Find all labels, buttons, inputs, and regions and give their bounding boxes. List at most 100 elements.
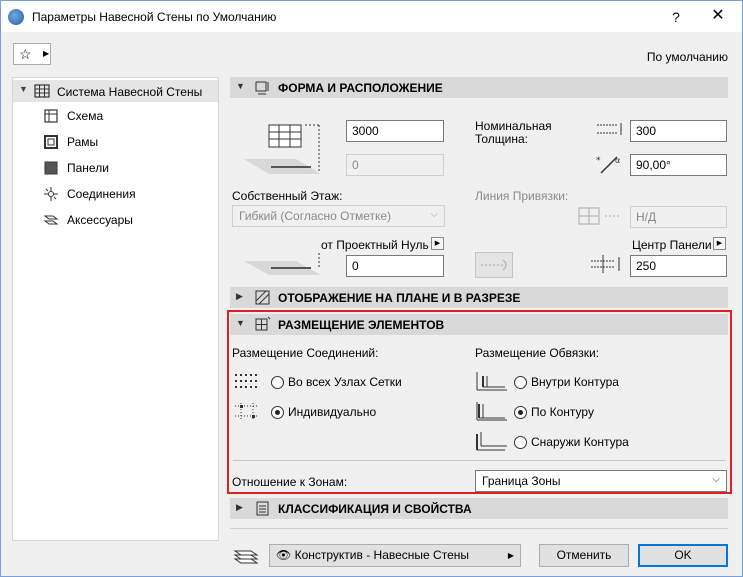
collapse-arrow-icon[interactable]: ▼	[19, 84, 28, 94]
sidebar-item-scheme[interactable]: Схема	[43, 106, 213, 126]
panel-center-menu-button[interactable]: ▶	[713, 237, 726, 250]
reference-line-input[interactable]: Н/Д	[630, 206, 727, 228]
sidebar-item-junctions[interactable]: Соединения	[43, 184, 213, 204]
section-title: ОТОБРАЖЕНИЕ НА ПЛАНЕ И В РАЗРЕЗЕ	[278, 291, 521, 305]
collapse-arrow-icon[interactable]: ▼	[236, 81, 245, 91]
radio-inside-contour[interactable]: Внутри Контура	[514, 374, 674, 392]
junction-placement-label: Размещение Соединений:	[232, 346, 379, 360]
shape-position-icon	[255, 81, 269, 95]
radio-circle[interactable]	[514, 376, 527, 389]
floor-plan-section-icon	[255, 290, 270, 305]
angle-input[interactable]: 90,00°	[630, 154, 727, 176]
collapse-arrow-icon[interactable]: ▼	[236, 318, 245, 328]
radio-label: Во всех Узлах Сетки	[288, 375, 402, 389]
expand-arrow-icon[interactable]: ▶	[236, 502, 243, 513]
radio-circle[interactable]	[271, 406, 284, 419]
window-title: Параметры Навесной Стены по Умолчанию	[32, 10, 277, 24]
radio-circle[interactable]	[271, 376, 284, 389]
svg-text:α: α	[615, 156, 620, 165]
base-offset-input[interactable]: 0	[346, 255, 444, 277]
section-title: РАЗМЕЩЕНИЕ ЭЛЕМЕНТОВ	[278, 318, 445, 332]
scheme-icon	[44, 109, 58, 123]
chevron-down-icon: ⌵	[712, 474, 720, 485]
cancel-button[interactable]: Отменить	[539, 544, 629, 567]
member-placement-icon	[255, 316, 271, 331]
radio-label: По Контуру	[531, 405, 594, 419]
section-header-placement[interactable]: ▼ РАЗМЕЩЕНИЕ ЭЛЕМЕНТОВ	[230, 314, 728, 335]
footer-separator	[230, 528, 728, 529]
panel-center-input[interactable]: 250	[630, 255, 727, 277]
thickness-input[interactable]: 300	[630, 120, 727, 142]
sidebar-item-accessories[interactable]: Аксессуары	[43, 210, 213, 230]
all-grid-points-icon	[235, 374, 257, 388]
section-title: ФОРМА И РАСПОЛОЖЕНИЕ	[278, 81, 443, 95]
favorites-button[interactable]: ☆ ▶	[13, 43, 51, 65]
wall-height-illustration	[244, 124, 321, 174]
project-zero-label: от Проектный Нуль	[321, 238, 429, 252]
nominal-thickness-label-2: Толщина:	[475, 132, 529, 146]
angle-icon: * α	[596, 156, 620, 174]
radio-label: Внутри Контура	[531, 375, 619, 389]
home-story-value: Гибкий (Согласно Отметке)	[239, 209, 392, 223]
sidebar-item-frames[interactable]: Рамы	[43, 132, 213, 152]
classification-icon	[256, 501, 269, 516]
offset-input[interactable]: 0	[346, 154, 444, 176]
chevron-down-icon: ⌵	[430, 209, 438, 220]
project-zero-menu-button[interactable]: ▶	[431, 237, 444, 250]
tree-root-curtain-wall-system[interactable]: ▼ Система Навесной Стены	[13, 80, 218, 102]
chevron-right-icon: ▶	[507, 551, 514, 560]
reference-line-label: Линия Привязки:	[475, 189, 569, 203]
radio-circle[interactable]	[514, 406, 527, 419]
placement-divider	[233, 460, 726, 461]
junctions-icon	[44, 187, 58, 201]
section-header-shape[interactable]: ▼ ФОРМА И РАСПОЛОЖЕНИЕ	[230, 77, 728, 98]
archicad-app-icon	[8, 9, 24, 25]
section-header-classification[interactable]: ▶ КЛАССИФИКАЦИЯ И СВОЙСТВА	[230, 498, 728, 519]
sidebar-item-label: Панели	[67, 161, 109, 175]
dialog-window: Параметры Навесной Стены по Умолчанию ? …	[0, 0, 743, 577]
zones-relation-value: Граница Зоны	[482, 474, 561, 488]
default-label: По умолчанию	[646, 50, 728, 64]
ok-button[interactable]: OK	[638, 544, 728, 567]
radio-circle[interactable]	[514, 436, 527, 449]
individual-junctions-icon	[235, 403, 259, 419]
tree-root-label: Система Навесной Стены	[57, 85, 203, 99]
sidebar-item-label: Аксессуары	[67, 213, 133, 227]
sidebar-item-label: Рамы	[67, 135, 99, 149]
svg-text:*: *	[596, 156, 601, 166]
accessories-icon	[43, 215, 59, 225]
panel-center-label: Центр Панели	[632, 238, 712, 252]
star-icon: ☆	[19, 46, 32, 62]
expand-arrow-icon[interactable]: ▶	[236, 291, 243, 302]
boundary-placement-label: Размещение Обвязки:	[475, 346, 600, 360]
radio-on-contour[interactable]: По Контуру	[514, 404, 674, 422]
nominal-thickness-label-1: Номинальная	[475, 119, 552, 133]
home-story-select[interactable]: Гибкий (Согласно Отметке) ⌵	[232, 205, 445, 227]
radio-label: Индивидуально	[288, 405, 377, 419]
sidebar-item-label: Схема	[67, 109, 104, 123]
help-button[interactable]: ?	[661, 7, 691, 27]
panels-icon	[44, 161, 58, 175]
thickness-icon	[597, 123, 622, 135]
radio-individually[interactable]: Индивидуально	[271, 404, 431, 422]
height-input[interactable]: 3000	[346, 120, 444, 142]
settings-tree: ▼ Система Навесной Стены Схема Рамы Пане…	[12, 77, 219, 541]
reference-line-icon	[578, 207, 621, 225]
layer-select-button[interactable]: 👁 Конструктив - Навесные Стены ▶	[269, 544, 521, 567]
sidebar-item-panels[interactable]: Панели	[43, 158, 213, 178]
radio-outside-contour[interactable]: Снаружи Контура	[514, 434, 674, 452]
section-title: КЛАССИФИКАЦИЯ И СВОЙСТВА	[278, 502, 472, 516]
radio-label: Снаружи Контура	[531, 435, 629, 449]
reference-offset-button-icon[interactable]	[475, 252, 513, 278]
home-story-label: Собственный Этаж:	[232, 189, 343, 203]
radio-all-grid-points[interactable]: Во всех Узлах Сетки	[271, 374, 431, 392]
inside-contour-icon	[476, 372, 507, 391]
section-header-display[interactable]: ▶ ОТОБРАЖЕНИЕ НА ПЛАНЕ И В РАЗРЕЗЕ	[230, 287, 728, 308]
eye-icon: 👁	[276, 548, 292, 562]
zones-relation-select[interactable]: Граница Зоны ⌵	[475, 470, 727, 492]
layer-value: Конструктив - Навесные Стены	[294, 548, 469, 562]
close-button[interactable]: ✕	[701, 5, 735, 27]
outside-contour-icon	[476, 432, 507, 451]
sidebar-item-label: Соединения	[67, 187, 136, 201]
on-contour-icon	[476, 402, 507, 421]
